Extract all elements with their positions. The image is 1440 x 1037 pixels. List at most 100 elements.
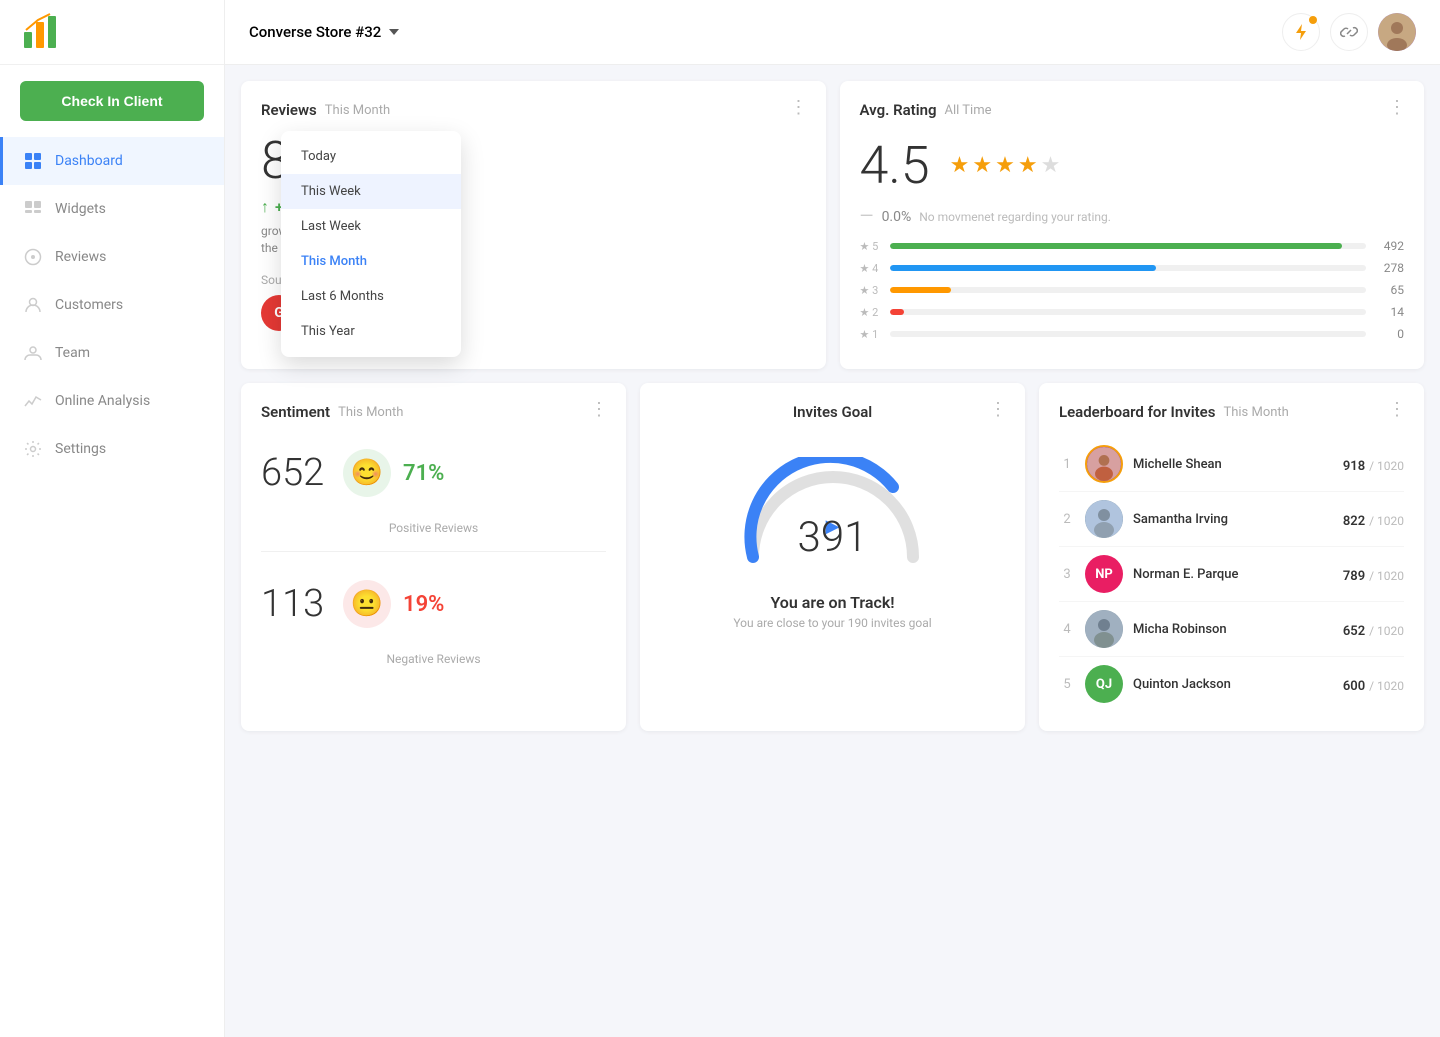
leader-score-5: 600 / 1020 (1343, 675, 1404, 694)
sidebar-item-settings[interactable]: Settings (0, 425, 224, 473)
leader-photo-1 (1087, 445, 1121, 483)
bar-fill-4 (890, 265, 1157, 271)
positive-pct: 71% (403, 461, 444, 486)
leader-name-4: Micha Robinson (1133, 622, 1333, 637)
leader-photo-2 (1085, 500, 1123, 538)
bar-fill-5 (890, 243, 1343, 249)
sidebar-item-dashboard[interactable]: Dashboard (0, 137, 224, 185)
leader-score-3: 789 / 1020 (1343, 565, 1404, 584)
no-movement-row: — 0.0% No movmenet regarding your rating… (860, 206, 1405, 227)
growth-arrow-icon: ↑ (261, 197, 269, 217)
sidebar-item-label: Online Analysis (55, 393, 150, 409)
sentiment-card-header: Sentiment This Month (261, 403, 606, 421)
header-actions (1282, 13, 1416, 51)
team-icon (23, 343, 43, 363)
bar-val-5: 492 (1374, 239, 1404, 253)
reviews-icon (23, 247, 43, 267)
leader-avatar-1 (1085, 445, 1123, 483)
avg-rating-card-menu[interactable]: ⋮ (1388, 97, 1408, 118)
bar-val-4: 278 (1374, 261, 1404, 275)
movement-dash: — (860, 206, 874, 227)
user-avatar[interactable] (1378, 13, 1416, 51)
link-button[interactable] (1330, 13, 1368, 51)
sidebar-item-customers[interactable]: Customers (0, 281, 224, 329)
store-selector[interactable]: Converse Store #32 (249, 23, 399, 41)
link-icon (1340, 23, 1358, 41)
sentiment-card: Sentiment This Month ⋮ 652 😊 71% Positiv… (241, 383, 626, 731)
bar-row-1: ★ 1 0 (860, 327, 1405, 341)
bar-row-5: ★ 5 492 (860, 239, 1405, 253)
negative-pct: 19% (403, 592, 444, 617)
leaderboard-card-title: Leaderboard for Invites (1059, 403, 1215, 421)
header: Converse Store #32 (225, 0, 1440, 65)
lightning-icon (1292, 23, 1310, 41)
star-label-3: ★ 3 (860, 284, 882, 297)
invites-card-menu[interactable]: ⋮ (989, 399, 1009, 420)
reviews-card-title: Reviews (261, 101, 317, 119)
dropdown-item-this-week[interactable]: This Week (281, 174, 461, 209)
dropdown-item-last-6-months[interactable]: Last 6 Months (281, 279, 461, 314)
reviews-card-header: Reviews This Month (261, 101, 806, 119)
avg-rating-card-subtitle: All Time (945, 103, 992, 118)
avg-rating-card: Avg. Rating All Time ⋮ 4.5 ★ ★ ★ ★ ★ — (840, 81, 1425, 369)
avg-rating-value: 4.5 (860, 135, 930, 196)
invites-count: 391 (798, 513, 868, 562)
notifications-button[interactable] (1282, 13, 1320, 51)
leader-avatar-3: NP (1085, 555, 1123, 593)
bar-fill-2 (890, 309, 904, 315)
leaderboard-card-subtitle: This Month (1223, 405, 1288, 420)
invites-status-text: You are on Track! (770, 593, 894, 612)
reviews-card: Reviews This Month ⋮ 822 ↑ +23.8% growth… (241, 81, 826, 369)
star-3: ★ (995, 153, 1015, 178)
leaderboard-card-header: Leaderboard for Invites This Month (1059, 403, 1404, 421)
leader-row-3: 3 NP Norman E. Parque 789 / 1020 (1059, 547, 1404, 602)
sentiment-card-menu[interactable]: ⋮ (590, 399, 610, 420)
online-analysis-icon (23, 391, 43, 411)
dropdown-item-this-year[interactable]: This Year (281, 314, 461, 349)
sidebar-item-widgets[interactable]: Widgets (0, 185, 224, 233)
main-area: Converse Store #32 (225, 0, 1440, 1037)
dropdown-item-last-week[interactable]: Last Week (281, 209, 461, 244)
customers-icon (23, 295, 43, 315)
avatar-image (1378, 13, 1416, 51)
sidebar-item-label: Team (55, 345, 90, 361)
leader-row-1: 1 Michelle Shean 918 / 1020 (1059, 437, 1404, 492)
leader-rank-2: 2 (1059, 512, 1075, 527)
bar-fill-3 (890, 287, 952, 293)
star-label-1: ★ 1 (860, 328, 882, 341)
gauge-chart: ▶ 391 (733, 457, 933, 567)
bar-track-2 (890, 309, 1367, 315)
leader-rank-4: 4 (1059, 622, 1075, 637)
leader-score-4: 652 / 1020 (1343, 620, 1404, 639)
check-in-button[interactable]: Check In Client (20, 81, 204, 121)
reviews-card-menu[interactable]: ⋮ (790, 97, 810, 118)
invites-card-title: Invites Goal (793, 403, 872, 421)
sidebar-item-team[interactable]: Team (0, 329, 224, 377)
negative-sentiment-row: 113 😐 19% (261, 580, 606, 628)
invites-subtitle: You are close to your 190 invites goal (733, 616, 931, 630)
top-row: Reviews This Month ⋮ 822 ↑ +23.8% growth… (241, 81, 1424, 369)
leader-rank-1: 1 (1059, 457, 1075, 472)
sidebar: Check In Client Dashboard (0, 0, 225, 1037)
bar-val-3: 65 (1374, 283, 1404, 297)
leader-photo-4 (1085, 610, 1123, 648)
sidebar-item-reviews[interactable]: Reviews (0, 233, 224, 281)
leader-avatar-2 (1085, 500, 1123, 538)
sentiment-card-title: Sentiment (261, 403, 330, 421)
bar-track-3 (890, 287, 1367, 293)
widgets-icon (23, 199, 43, 219)
leaderboard-card-menu[interactable]: ⋮ (1388, 399, 1408, 420)
sentiment-divider (261, 551, 606, 552)
sidebar-item-online-analysis[interactable]: Online Analysis (0, 377, 224, 425)
notification-badge (1309, 16, 1317, 24)
bar-row-4: ★ 4 278 (860, 261, 1405, 275)
bar-val-2: 14 (1374, 305, 1404, 319)
positive-sentiment-row: 652 😊 71% (261, 449, 606, 497)
dropdown-item-today[interactable]: Today (281, 139, 461, 174)
dropdown-item-this-month[interactable]: This Month (281, 244, 461, 279)
bar-track-1 (890, 331, 1367, 337)
bar-track-5 (890, 243, 1367, 249)
invites-goal-card: Invites Goal ⋮ ▶ 391 You are on Track! Y… (640, 383, 1025, 731)
star-label-5: ★ 5 (860, 240, 882, 253)
star-1: ★ (950, 153, 970, 178)
